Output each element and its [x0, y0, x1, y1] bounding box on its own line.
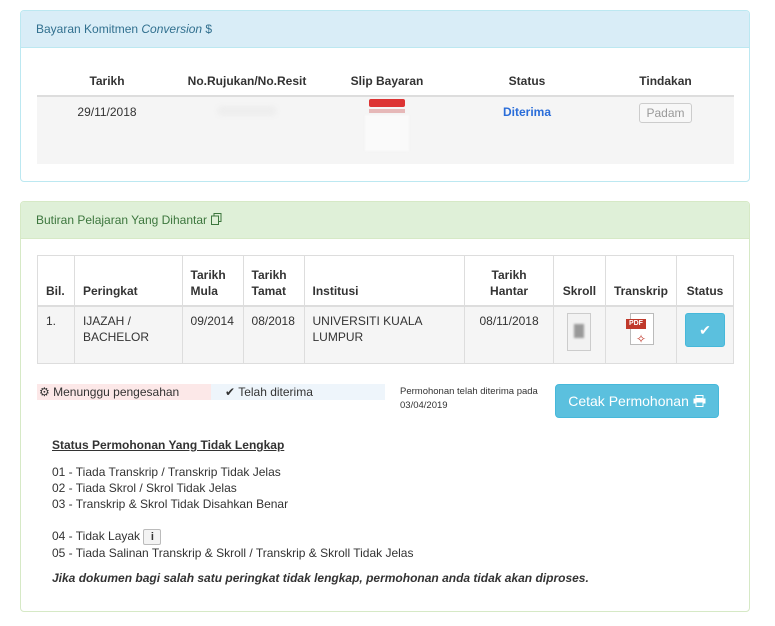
- cell-transkrip: PDF ✧: [604, 305, 678, 364]
- title-prefix: Bayaran Komitmen: [36, 22, 142, 36]
- payment-panel-title: Bayaran Komitmen Conversion $: [36, 22, 212, 36]
- cell-rujukan-redacted: [177, 96, 317, 164]
- peringkat-line1: IJAZAH /: [82, 313, 131, 328]
- accepted-note: Permohonan telah diterima pada 03/04/201…: [400, 385, 560, 413]
- print-button-label: Cetak Permohonan: [568, 393, 689, 409]
- title-suffix: $: [202, 22, 213, 36]
- status-accepted: Diterima: [502, 105, 552, 119]
- hdr-th1: Tarikh: [491, 267, 527, 282]
- col-institusi: Institusi: [303, 255, 466, 307]
- col-rujukan: No.Rujukan/No.Resit: [177, 66, 317, 97]
- incomplete-reasons-list: 01 - Tiada Transkrip / Transkrip Tidak J…: [52, 464, 413, 561]
- title-emphasis: Conversion: [141, 22, 203, 36]
- col-status: Status: [676, 255, 734, 307]
- payment-panel-heading: Bayaran Komitmen Conversion $: [21, 11, 749, 48]
- legend-accepted: ✔ Telah diterima: [211, 384, 385, 400]
- list-item: 03 - Transkrip & Skrol Tidak Disahkan Be…: [52, 497, 289, 511]
- col-tarikh-mula: Tarikh Mula: [181, 255, 244, 307]
- col-tindakan: Tindakan: [597, 66, 734, 97]
- incomplete-warning: Jika dokumen bagi salah satu peringkat t…: [52, 571, 589, 585]
- cell-tamat: 08/2018: [242, 305, 305, 364]
- pdf-icon[interactable]: PDF ✧: [625, 312, 656, 347]
- col-skroll: Skroll: [552, 255, 606, 307]
- cell-status: Diterima: [457, 96, 597, 164]
- accepted-note-date: 03/04/2019: [400, 400, 448, 411]
- hdr-tm2: Mula: [190, 283, 218, 298]
- info-icon[interactable]: i: [143, 528, 162, 545]
- education-panel-title: Butiran Pelajaran Yang Dihantar: [36, 213, 207, 227]
- col-transkrip: Transkrip: [604, 255, 678, 307]
- cell-skroll: [552, 305, 606, 364]
- list-item-with-info: 04 - Tidak Layak i: [52, 528, 413, 545]
- list-item: 02 - Tiada Skrol / Skrol Tidak Jelas: [52, 481, 237, 495]
- table-row: 29/11/2018 Diterima Padam: [37, 96, 734, 164]
- education-panel-heading: Butiran Pelajaran Yang Dihantar: [21, 202, 749, 239]
- col-peringkat: Peringkat: [73, 255, 183, 307]
- list-item: 04 - Tidak Layak: [52, 529, 141, 543]
- payment-table: Tarikh No.Rujukan/No.Resit Slip Bayaran …: [37, 66, 734, 164]
- status-check-button[interactable]: ✔: [685, 312, 725, 347]
- scroll-thumbnail[interactable]: [567, 312, 592, 351]
- print-application-button[interactable]: Cetak Permohonan: [555, 384, 719, 418]
- gears-icon: ⚙: [39, 385, 50, 399]
- payment-panel: Bayaran Komitmen Conversion $ Tarikh No.…: [20, 10, 750, 182]
- cell-institusi: UNIVERSITI KUALA LUMPUR: [303, 305, 466, 364]
- col-tarikh-tamat: Tarikh Tamat: [242, 255, 305, 307]
- legend-pending: ⚙ Menunggu pengesahan: [37, 384, 211, 400]
- cell-mula: 09/2014: [181, 305, 244, 364]
- hdr-tt1: Tarikh: [251, 267, 287, 282]
- incomplete-status-title: Status Permohonan Yang Tidak Lengkap: [52, 438, 285, 452]
- accepted-note-line1: Permohonan telah diterima pada: [400, 386, 538, 397]
- cell-peringkat: IJAZAH / BACHELOR: [73, 305, 183, 364]
- education-panel: Butiran Pelajaran Yang Dihantar Bil. Per…: [20, 201, 750, 612]
- list-item: 01 - Tiada Transkrip / Transkrip Tidak J…: [52, 465, 281, 479]
- cell-slip: [317, 96, 457, 164]
- list-item: 05 - Tiada Salinan Transkrip & Skroll / …: [52, 545, 414, 560]
- col-status: Status: [457, 66, 597, 97]
- col-tarikh-hantar: Tarikh Hantar: [464, 255, 554, 307]
- cell-bil: 1.: [37, 305, 75, 364]
- hdr-tt2: Tamat: [251, 283, 286, 298]
- check-icon: ✔: [699, 321, 711, 338]
- institusi-line2: LUMPUR: [312, 329, 364, 344]
- col-tarikh: Tarikh: [37, 66, 177, 97]
- cell-status: ✔: [676, 305, 734, 364]
- table-row: 1. IJAZAH / BACHELOR 09/2014 08/2018 UNIV…: [37, 305, 734, 364]
- education-table: Bil. Peringkat Tarikh Mula Tarikh Tamat In…: [37, 255, 734, 364]
- check-icon: ✔: [225, 385, 236, 399]
- legend-pending-label: Menunggu pengesahan: [53, 385, 180, 399]
- legend-accepted-label: Telah diterima: [238, 385, 313, 399]
- cell-hantar: 08/11/2018: [464, 305, 554, 364]
- hdr-th2: Hantar: [490, 283, 529, 298]
- cell-tarikh: 29/11/2018: [37, 96, 177, 164]
- slip-thumbnail[interactable]: [365, 99, 409, 151]
- institusi-line1: UNIVERSITI KUALA: [312, 313, 423, 328]
- col-bil: Bil.: [37, 255, 75, 307]
- copy-icon: [211, 212, 222, 228]
- print-icon: [693, 393, 706, 409]
- cell-tindakan: Padam: [597, 96, 734, 164]
- col-slip: Slip Bayaran: [317, 66, 457, 97]
- hdr-tm1: Tarikh: [190, 267, 226, 282]
- delete-button[interactable]: Padam: [639, 103, 692, 123]
- peringkat-line2: BACHELOR: [82, 329, 149, 344]
